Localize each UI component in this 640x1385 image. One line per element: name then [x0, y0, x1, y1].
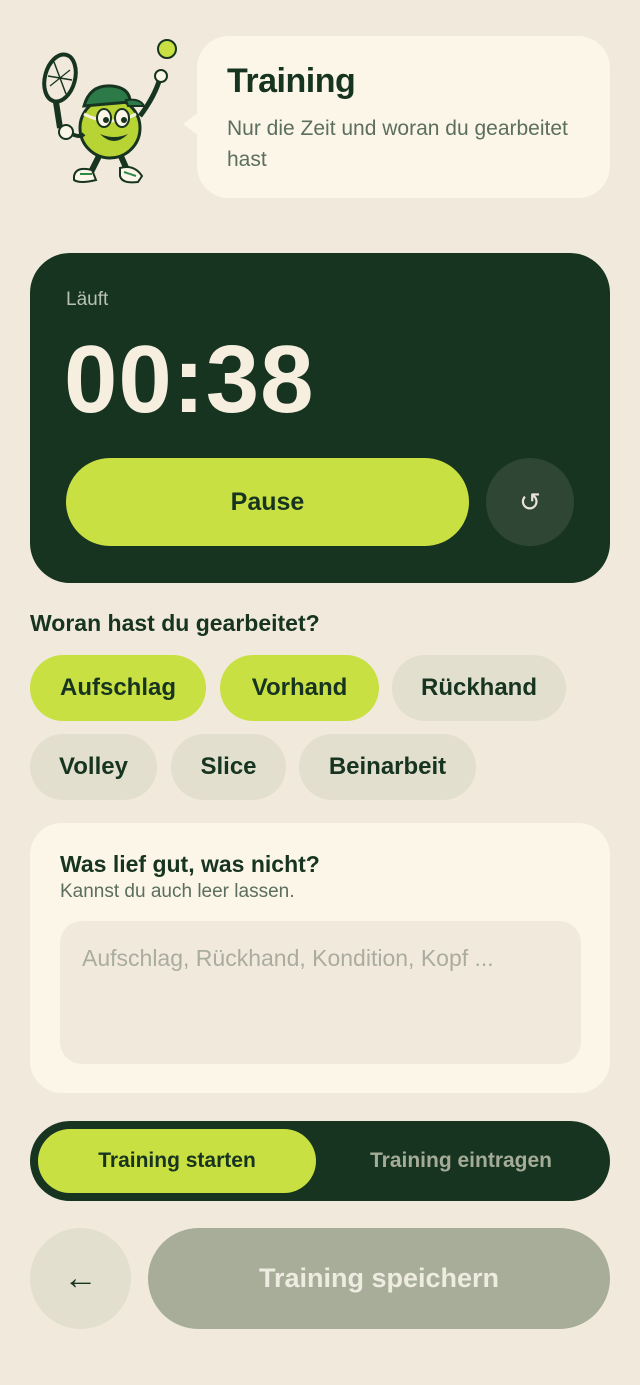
- chip-volley[interactable]: Volley: [30, 734, 157, 800]
- notes-input[interactable]: [60, 921, 581, 1064]
- header-bubble: Training Nur die Zeit und woran du gearb…: [183, 36, 610, 198]
- chip-aufschlag[interactable]: Aufschlag: [30, 655, 206, 721]
- notes-title: Was lief gut, was nicht?: [60, 851, 320, 877]
- chip-rueckhand[interactable]: Rückhand: [392, 655, 566, 721]
- save-training-button[interactable]: Training speichern: [148, 1228, 610, 1329]
- arrow-left-icon: ←: [63, 1259, 98, 1297]
- page-title: Training: [227, 62, 356, 100]
- tab-training-eintragen[interactable]: Training eintragen: [320, 1129, 602, 1193]
- page-subtitle: Nur die Zeit und woran du gearbeitet has…: [227, 117, 568, 171]
- tab-training-starten[interactable]: Training starten: [38, 1129, 316, 1193]
- reset-button[interactable]: ↺: [486, 458, 574, 546]
- mode-switch: Training starten Training eintragen: [30, 1121, 610, 1201]
- timer-status: Läuft: [66, 289, 109, 310]
- chip-slice[interactable]: Slice: [171, 734, 286, 800]
- timer-display: 00:38: [64, 326, 315, 433]
- chip-vorhand[interactable]: Vorhand: [220, 655, 379, 721]
- notes-card: Was lief gut, was nicht? Kannst du auch …: [30, 823, 610, 1093]
- chip-beinarbeit[interactable]: Beinarbeit: [299, 734, 476, 800]
- back-button[interactable]: ←: [30, 1228, 131, 1329]
- timer-card: Läuft 00:38 Pause ↺: [30, 253, 610, 583]
- tennis-ball-mascot-icon: [30, 36, 190, 196]
- focus-question: Woran hast du gearbeitet?: [30, 610, 320, 636]
- reset-icon: ↺: [519, 486, 541, 517]
- notes-hint: Kannst du auch leer lassen.: [60, 881, 295, 902]
- pause-button[interactable]: Pause: [66, 458, 469, 546]
